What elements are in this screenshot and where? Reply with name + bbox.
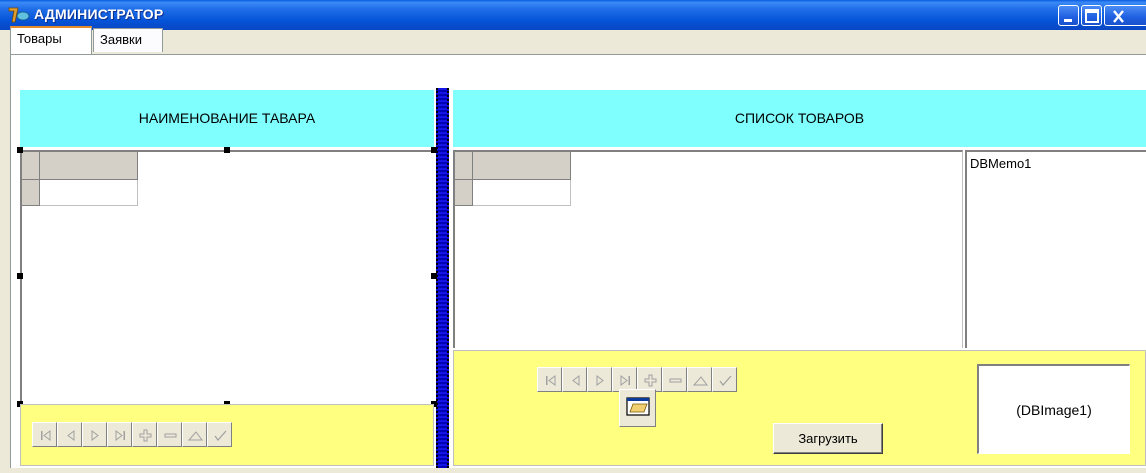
minimize-icon [1064,19,1072,22]
insert-icon [139,429,152,442]
left-header-panel: НАИМЕНОВАНИЕ ТАВАРА [20,90,434,147]
nav-delete-button[interactable] [662,367,687,392]
open-folder-icon [626,397,650,416]
nav-prior-button[interactable] [562,367,587,392]
dbimage[interactable]: (DBImage1) [977,364,1130,454]
delete-icon [669,378,682,383]
selection-handle[interactable] [17,147,23,153]
selection-handle[interactable] [17,273,23,279]
open-dialog-component[interactable] [619,389,656,427]
grid-corner [455,152,473,180]
selection-handle[interactable] [224,147,230,153]
nav-last-button[interactable] [107,422,132,447]
nav-post-button[interactable] [712,367,737,392]
last-icon [115,430,125,441]
nav-next-button[interactable] [587,367,612,392]
tab-tovary[interactable]: Товары [10,26,92,54]
next-icon [596,375,604,386]
maximize-icon [1085,9,1099,23]
nav-first-button[interactable] [32,422,57,447]
close-icon [1113,10,1124,23]
grid-row-indicator [22,180,40,206]
load-button[interactable]: Загрузить [773,423,883,454]
window-title: АДМИНИСТРАТОР [34,6,164,22]
delphi-app-icon [8,7,30,23]
left-dbgrid[interactable] [20,150,434,402]
minimize-button[interactable] [1058,5,1079,26]
edit-icon [692,376,708,386]
prior-icon [572,375,580,386]
next-icon [91,430,99,441]
edit-icon [187,431,203,441]
bottom-edge [10,468,1146,473]
nav-next-button[interactable] [82,422,107,447]
grid-column-header[interactable] [473,152,571,180]
nav-edit-button[interactable] [687,367,712,392]
nav-post-button[interactable] [207,422,232,447]
grid-corner [22,152,40,180]
right-header-panel: СПИСОК ТОВАРОВ [453,90,1146,147]
grid-row-indicator [455,180,473,206]
post-icon [214,430,227,441]
dbmemo[interactable]: DBMemo1 [965,150,1146,348]
delete-icon [164,433,177,438]
left-navigator-panel [20,404,434,466]
tab-zayavki[interactable]: Заявки [93,28,163,52]
insert-icon [644,374,657,387]
selection-handle[interactable] [431,273,437,279]
nav-delete-button[interactable] [157,422,182,447]
left-dbnavigator[interactable] [32,422,232,447]
prior-icon [67,430,75,441]
dbimage-label: (DBImage1) [1016,401,1092,418]
close-button[interactable] [1104,5,1146,26]
post-icon [719,375,732,386]
splitter[interactable] [436,88,449,468]
grid-cell[interactable] [40,180,138,206]
last-icon [620,375,630,386]
first-icon [546,375,556,386]
nav-prior-button[interactable] [57,422,82,447]
selection-handle[interactable] [431,147,437,153]
nav-insert-button[interactable] [132,422,157,447]
grid-column-header[interactable] [40,152,138,180]
grid-cell[interactable] [473,180,571,206]
first-icon [41,430,51,441]
window-titlebar: АДМИНИСТРАТОР [0,0,1146,30]
nav-edit-button[interactable] [182,422,207,447]
nav-first-button[interactable] [537,367,562,392]
right-dbgrid[interactable] [453,150,963,348]
maximize-button[interactable] [1081,5,1102,26]
